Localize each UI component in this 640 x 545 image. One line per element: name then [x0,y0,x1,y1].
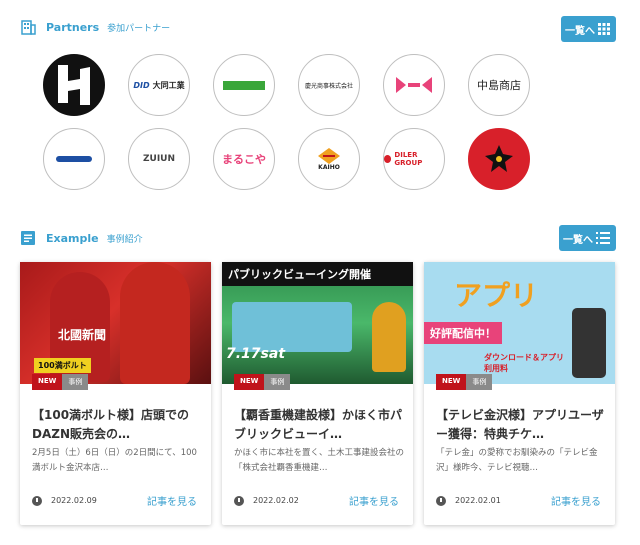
partner-daido-text: 大同工業 [152,80,185,90]
example-title: Example [46,231,99,245]
category-badge: 事例 [466,374,493,390]
player-silhouette [120,262,190,384]
category-badge: 事例 [264,374,291,390]
card-tags: NEW 事例 [32,374,89,390]
card-description: かほく市に本社を置く、土木工事建設会社の「株式会社覇香重機建… [234,448,405,473]
partner-logo-diler[interactable]: DILER GROUP [383,128,445,190]
partner-kei-text: 慶光商事株式会社 [304,82,353,90]
clock-icon [234,495,244,506]
partner-nakajima-text: 中島商店 [477,79,521,92]
new-badge: NEW [234,374,265,390]
card-thumbnail[interactable]: アプリ 好評配信中！ ダウンロード＆アプリ利用料 [424,262,615,384]
card-title[interactable]: 【覇香重機建設様】かほく市パブリックビューイ… [234,406,404,444]
app-title-text: アプリ [454,279,539,312]
card-footer: 2022.02.01 記事を見る [436,493,601,508]
new-badge: NEW [436,374,467,390]
read-more-link[interactable]: 記事を見る [349,493,399,508]
partners-subtitle: 参加パートナー [107,23,171,34]
example-header: Example 事例紹介 [20,230,143,246]
partner-diler-text: DILER GROUP [394,151,423,167]
blue-bar-logo-icon [56,156,92,162]
card-title[interactable]: 【テレビ金沢様】アプリユーザー獲得：特典チケ… [436,406,606,444]
pink-clinic-logo-icon [396,77,432,93]
event-date-text: 7.17sat [226,346,286,362]
partners-list-button[interactable]: 一覧へ [561,16,616,42]
sponsor-banner: 100満ボルト [34,358,91,373]
partner-logo-red-crest[interactable] [468,128,530,190]
download-text: ダウンロード＆アプリ利用料 [484,353,564,373]
partner-logo-green[interactable] [213,54,275,116]
card-footer: 2022.02.09 記事を見る [32,493,197,508]
card-date: 2022.02.09 [51,496,97,505]
card-date: 2022.02.01 [455,496,501,505]
partner-logo-daido[interactable]: DID 大同工業 [128,54,190,116]
partners-header: Partners 参加パートナー [20,19,170,35]
partner-logo-colorful[interactable]: まるこや [213,128,275,190]
stadium-shape [232,302,352,352]
white-h-logo-icon [58,65,90,105]
partner-logo-1[interactable] [43,54,105,116]
mascot-shape [372,302,406,372]
example-card[interactable]: 北國新聞 100満ボルト NEW 事例 【100満ボルト様】店頭でのDAZN販売… [20,262,211,525]
example-card[interactable]: アプリ 好評配信中！ ダウンロード＆アプリ利用料 NEW 事例 【テレビ金沢様】… [424,262,615,525]
partner-logo-zuiun[interactable]: ZUIUN [128,128,190,190]
card-date: 2022.02.02 [253,496,299,505]
partners-list-label: 一覧へ [565,25,595,37]
sponsor-text: 北國新聞 [58,328,107,342]
partner-logo-blue[interactable] [43,128,105,190]
example-list-button[interactable]: 一覧へ [559,225,616,251]
partner-kaiho-text: KAIHO [318,163,340,171]
green-bar-logo-icon [223,80,265,90]
partners-title: Partners [46,20,100,34]
card-thumbnail[interactable]: パブリックビューイング開催 7.17sat [222,262,413,384]
partner-zuiun-text: ZUIUN [142,154,176,164]
building-icon [21,20,36,35]
card-tags: NEW 事例 [234,374,291,390]
card-thumbnail[interactable]: 北國新聞 100満ボルト [20,262,211,384]
example-subtitle: 事例紹介 [106,234,143,245]
partner-logo-pink[interactable] [383,54,445,116]
did-logo-icon: DID [133,80,150,90]
new-badge: NEW [32,374,63,390]
card-description: 「テレ金」の愛称でお馴染みの「テレビ金沢」様昨今、テレビ視聴… [436,448,598,473]
card-footer: 2022.02.02 記事を見る [234,493,399,508]
kaiho-diamond-icon [318,147,340,164]
promo-banner: 好評配信中！ [424,322,502,344]
example-cards: 北國新聞 100満ボルト NEW 事例 【100満ボルト様】店頭でのDAZN販売… [20,262,615,525]
example-card[interactable]: パブリックビューイング開催 7.17sat NEW 事例 【覇香重機建設様】かほ… [222,262,413,525]
card-title[interactable]: 【100満ボルト様】店頭でのDAZN販売会の… [32,406,202,444]
clock-icon [32,495,42,506]
phone-shape [572,308,606,378]
article-icon [21,231,35,245]
read-more-link[interactable]: 記事を見る [551,493,601,508]
list-icon [596,232,610,244]
partner-colorful-text: まるこや [222,153,266,166]
partner-logo-nakajima[interactable]: 中島商店 [468,54,530,116]
clock-icon [436,495,446,506]
partners-grid: DID 大同工業 慶光商事株式会社 中島商店 ZUIUN まるこや KAIHO … [43,54,563,190]
grid-icon [598,23,610,35]
read-more-link[interactable]: 記事を見る [147,493,197,508]
card-description: 2月5日（土）6日（日）の2日間にて、100満ボルト金沢本店… [32,448,197,473]
partner-logo-kaiho[interactable]: KAIHO [298,128,360,190]
diler-dot-icon [384,155,392,163]
crest-icon [485,145,513,172]
card-tags: NEW 事例 [436,374,493,390]
example-list-label: 一覧へ [563,234,593,246]
partner-logo-kei[interactable]: 慶光商事株式会社 [298,54,360,116]
category-badge: 事例 [62,374,89,390]
thumbnail-banner-title: パブリックビューイング開催 [222,262,413,286]
